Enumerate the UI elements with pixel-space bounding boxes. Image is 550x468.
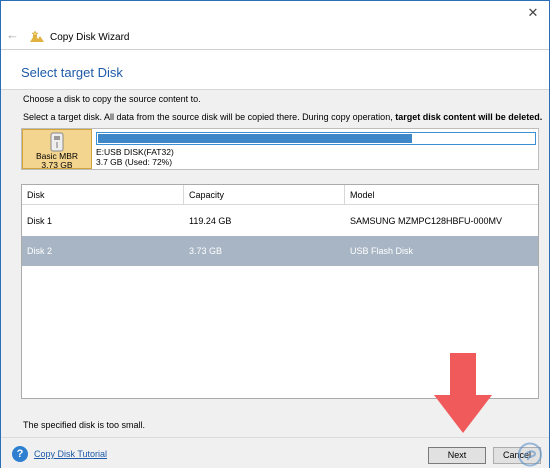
red-down-arrow-icon	[434, 353, 492, 433]
wizard-icon	[30, 30, 44, 42]
target-disk-map[interactable]: Basic MBR 3.73 GB E:USB DISK(FAT32) 3.7 …	[21, 128, 539, 170]
table-header: Disk Capacity Model	[22, 185, 538, 205]
partition-block[interactable]: E:USB DISK(FAT32) 3.7 GB (Used: 72%)	[94, 130, 538, 168]
instruction-text: Choose a disk to copy the source content…	[23, 94, 201, 104]
status-message: The specified disk is too small.	[23, 420, 146, 430]
warning-text-prefix: Select a target disk. All data from the …	[23, 112, 396, 122]
warning-text: Select a target disk. All data from the …	[23, 112, 542, 122]
cell-capacity: 3.73 GB	[189, 246, 223, 256]
cell-disk: Disk 1	[27, 216, 53, 226]
tutorial-link[interactable]: Copy Disk Tutorial	[34, 449, 107, 459]
cell-capacity: 119.24 GB	[189, 216, 232, 226]
partition-usage-bar	[96, 132, 536, 145]
title-bar: ← Copy Disk Wizard ✕	[1, 1, 549, 49]
site-logo	[518, 442, 542, 467]
wizard-header: Select target Disk	[1, 49, 549, 92]
help-icon[interactable]: ?	[12, 446, 28, 462]
cell-model: SAMSUNG MZMPC128HBFU-000MV	[350, 216, 503, 226]
next-button[interactable]: Next	[428, 447, 486, 464]
close-icon[interactable]: ✕	[524, 5, 542, 21]
back-arrow-icon[interactable]: ←	[6, 28, 20, 41]
disk-size-label: 3.73 GB	[41, 160, 73, 170]
cell-model: USB Flash Disk	[350, 246, 414, 256]
warning-text-bold: target disk content will be deleted.	[395, 112, 543, 122]
disk-summary[interactable]: Basic MBR 3.73 GB	[22, 129, 92, 170]
partition-name: E:USB DISK(FAT32)	[96, 147, 174, 157]
usb-drive-icon	[50, 132, 64, 152]
cell-disk: Disk 2	[27, 246, 53, 256]
partition-info: 3.7 GB (Used: 72%)	[96, 157, 173, 167]
window-title: Copy Disk Wizard	[50, 32, 130, 43]
column-header-model[interactable]: Model	[345, 185, 538, 205]
column-header-disk[interactable]: Disk	[22, 185, 184, 205]
table-row[interactable]: Disk 1 119.24 GB SAMSUNG MZMPC128HBFU-00…	[22, 206, 538, 236]
wizard-window: ← Copy Disk Wizard ✕ Select target Disk …	[0, 0, 550, 468]
partition-usage-fill	[98, 134, 412, 143]
table-row-selected[interactable]: Disk 2 3.73 GB USB Flash Disk	[22, 236, 538, 266]
page-title: Select target Disk	[21, 65, 123, 80]
wizard-footer: ? Copy Disk Tutorial Next Cancel	[1, 437, 549, 468]
column-header-capacity[interactable]: Capacity	[184, 185, 345, 205]
